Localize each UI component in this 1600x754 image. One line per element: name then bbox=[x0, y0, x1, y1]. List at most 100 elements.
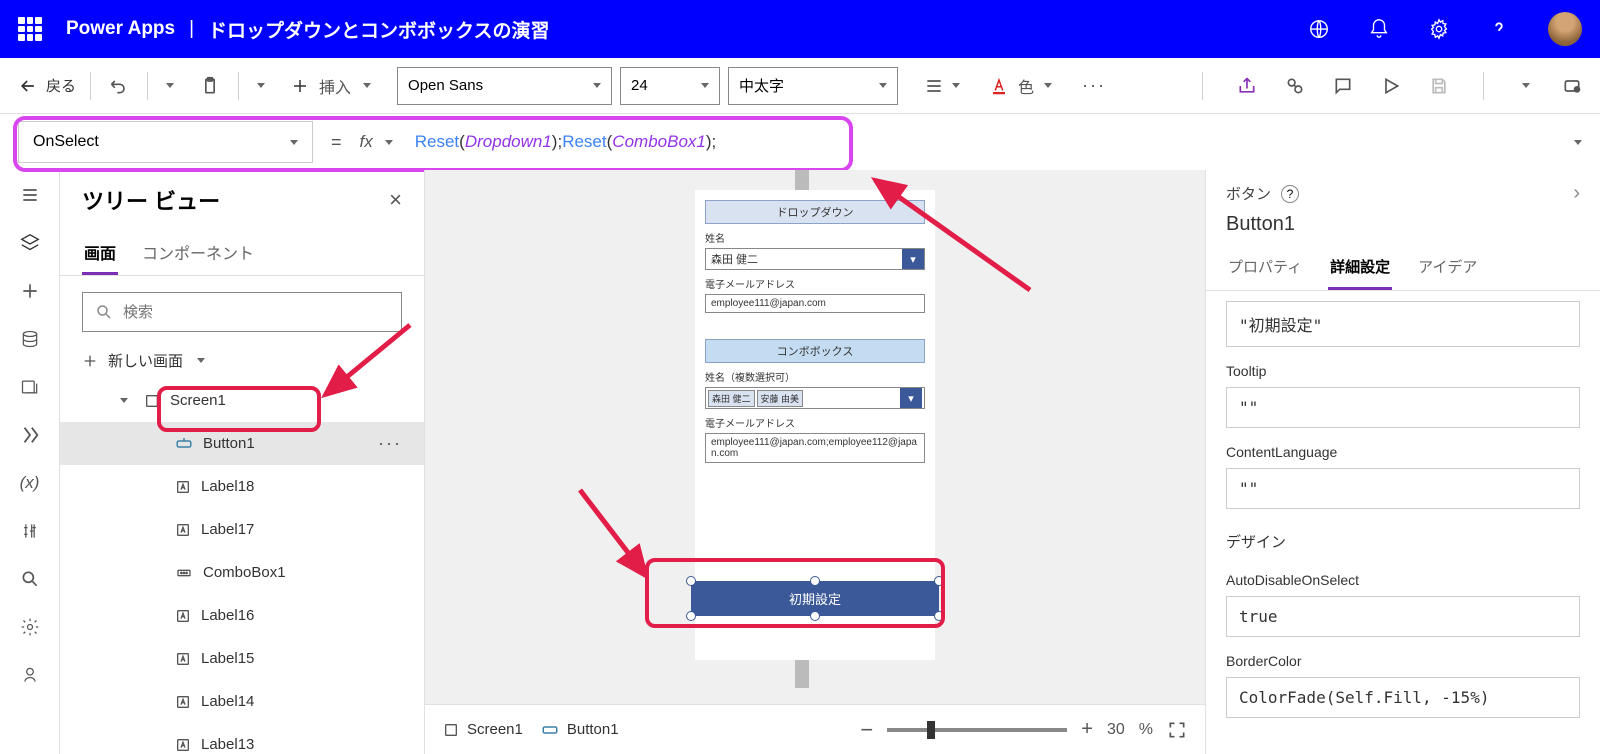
tooltip-input[interactable]: "" bbox=[1226, 387, 1580, 428]
app-name: ドロップダウンとコンボボックスの演習 bbox=[208, 16, 549, 43]
save-icon[interactable] bbox=[1429, 76, 1449, 96]
formula-input[interactable]: Reset(Dropdown1);Reset(ComboBox1); bbox=[415, 132, 717, 152]
flows-icon[interactable] bbox=[19, 424, 41, 446]
formula-expand-button[interactable] bbox=[1574, 140, 1582, 145]
tree-item-label16[interactable]: Label16 bbox=[60, 594, 424, 637]
app-launcher-icon[interactable] bbox=[18, 17, 42, 41]
combo-icon bbox=[175, 565, 193, 581]
align-button[interactable] bbox=[920, 72, 964, 100]
zoom-out-button[interactable]: − bbox=[860, 717, 873, 743]
fit-screen-icon[interactable] bbox=[1167, 720, 1187, 740]
name-label: 姓名 bbox=[705, 230, 925, 245]
tree-item-button1[interactable]: Button1··· bbox=[60, 422, 424, 465]
back-button[interactable]: 戻る bbox=[18, 75, 76, 96]
button-icon bbox=[541, 721, 559, 739]
zoom-slider[interactable] bbox=[887, 728, 1067, 732]
breadcrumb-control[interactable]: Button1 bbox=[541, 721, 619, 739]
insert-button[interactable]: 挿入 bbox=[287, 70, 375, 102]
font-size-selector[interactable]: 24 bbox=[620, 67, 720, 105]
button-icon bbox=[175, 435, 193, 453]
panel-expand-icon[interactable]: › bbox=[1573, 182, 1580, 205]
autodisable-label: AutoDisableOnSelect bbox=[1226, 572, 1580, 588]
dropdown-control[interactable]: 森田 健二▾ bbox=[705, 248, 925, 270]
more-options[interactable]: ··· bbox=[1078, 71, 1110, 100]
tab-properties[interactable]: プロパティ bbox=[1226, 246, 1304, 290]
bordercolor-input[interactable]: ColorFade(Self.Fill, -15%) bbox=[1226, 677, 1580, 718]
close-panel-icon[interactable]: × bbox=[389, 187, 402, 213]
breadcrumb-screen[interactable]: Screen1 bbox=[443, 721, 523, 738]
control-type: ボタン bbox=[1226, 183, 1271, 204]
user-avatar[interactable] bbox=[1548, 12, 1582, 46]
product-title: Power Apps bbox=[66, 18, 175, 40]
contentlang-input[interactable]: "" bbox=[1226, 468, 1580, 509]
fx-dropdown[interactable] bbox=[381, 136, 397, 149]
canvas-screen[interactable]: ドロップダウン 姓名 森田 健二▾ 電子メールアドレス employee111@… bbox=[695, 190, 935, 660]
selected-button-control[interactable]: 初期設定 bbox=[691, 581, 939, 616]
search-rail-icon[interactable] bbox=[19, 568, 41, 590]
zoom-in-button[interactable]: + bbox=[1081, 718, 1093, 741]
tree-item-label15[interactable]: Label15 bbox=[60, 637, 424, 680]
arrow-left-icon bbox=[18, 76, 38, 96]
publish-icon[interactable] bbox=[1562, 76, 1582, 96]
equals-sign: = bbox=[331, 132, 342, 153]
plus-icon bbox=[291, 77, 309, 95]
tree-item-label17[interactable]: Label17 bbox=[60, 508, 424, 551]
tab-screens[interactable]: 画面 bbox=[82, 232, 118, 275]
settings-rail-icon[interactable] bbox=[19, 616, 41, 638]
font-selector[interactable]: Open Sans bbox=[397, 67, 612, 105]
contentlang-label: ContentLanguage bbox=[1226, 444, 1580, 460]
variables-icon[interactable]: (x) bbox=[19, 472, 41, 494]
tab-components[interactable]: コンポーネント bbox=[140, 232, 256, 275]
label-icon bbox=[175, 694, 191, 710]
preview-icon[interactable] bbox=[1381, 76, 1401, 96]
tree-item-screen1[interactable]: Screen1 bbox=[60, 379, 424, 422]
zoom-unit: % bbox=[1139, 721, 1153, 739]
tree-search-input[interactable] bbox=[82, 292, 402, 332]
undo-icon bbox=[109, 76, 129, 96]
tab-advanced[interactable]: 詳細設定 bbox=[1328, 246, 1392, 290]
multi-email-label: 電子メールアドレス bbox=[705, 415, 925, 430]
label-icon bbox=[175, 522, 191, 538]
share-icon[interactable] bbox=[1237, 76, 1257, 96]
font-color-icon bbox=[990, 77, 1008, 95]
paste-dropdown[interactable] bbox=[253, 79, 269, 92]
media-icon[interactable] bbox=[19, 376, 41, 398]
settings-icon[interactable] bbox=[1428, 18, 1450, 40]
dropdown-section-title: ドロップダウン bbox=[705, 200, 925, 224]
font-weight-selector[interactable]: 中太字 bbox=[728, 67, 898, 105]
tree-view-icon[interactable] bbox=[19, 232, 41, 254]
insert-rail-icon[interactable] bbox=[19, 280, 41, 302]
help-icon[interactable] bbox=[1488, 18, 1510, 40]
multi-name-label: 姓名（複数選択可） bbox=[705, 369, 925, 384]
undo-button[interactable] bbox=[105, 72, 133, 100]
tree-item-combobox1[interactable]: ComboBox1 bbox=[60, 551, 424, 594]
undo-dropdown[interactable] bbox=[162, 79, 178, 92]
hamburger-icon[interactable] bbox=[19, 184, 41, 206]
text-property-input[interactable]: "初期設定" bbox=[1226, 301, 1580, 347]
label-icon bbox=[175, 737, 191, 753]
zoom-value: 30 bbox=[1107, 721, 1125, 739]
virtual-agent-icon[interactable] bbox=[19, 664, 41, 686]
new-screen-button[interactable]: 新しい画面 bbox=[60, 342, 424, 379]
tree-item-label14[interactable]: Label14 bbox=[60, 680, 424, 723]
comments-icon[interactable] bbox=[1333, 76, 1353, 96]
tab-ideas[interactable]: アイデア bbox=[1416, 246, 1479, 290]
control-help-icon[interactable]: ? bbox=[1281, 185, 1299, 203]
property-selector[interactable]: OnSelect bbox=[18, 121, 313, 163]
paste-button[interactable] bbox=[196, 72, 224, 100]
save-dropdown[interactable] bbox=[1518, 79, 1534, 92]
autodisable-input[interactable]: true bbox=[1226, 596, 1580, 637]
color-button[interactable]: 色 bbox=[986, 70, 1056, 102]
tree-item-label13[interactable]: Label13 bbox=[60, 723, 424, 754]
notifications-icon[interactable] bbox=[1368, 18, 1390, 40]
tools-icon[interactable] bbox=[19, 520, 41, 542]
control-name: Button1 bbox=[1206, 213, 1600, 246]
tree-item-label18[interactable]: Label18 bbox=[60, 465, 424, 508]
label-icon bbox=[175, 479, 191, 495]
label-icon bbox=[175, 651, 191, 667]
combobox-control[interactable]: 森田 健二 安藤 由美 ▾ bbox=[705, 387, 925, 409]
environment-icon[interactable] bbox=[1308, 18, 1330, 40]
app-checker-icon[interactable] bbox=[1285, 76, 1305, 96]
screen-icon bbox=[443, 722, 459, 738]
data-icon[interactable] bbox=[19, 328, 41, 350]
